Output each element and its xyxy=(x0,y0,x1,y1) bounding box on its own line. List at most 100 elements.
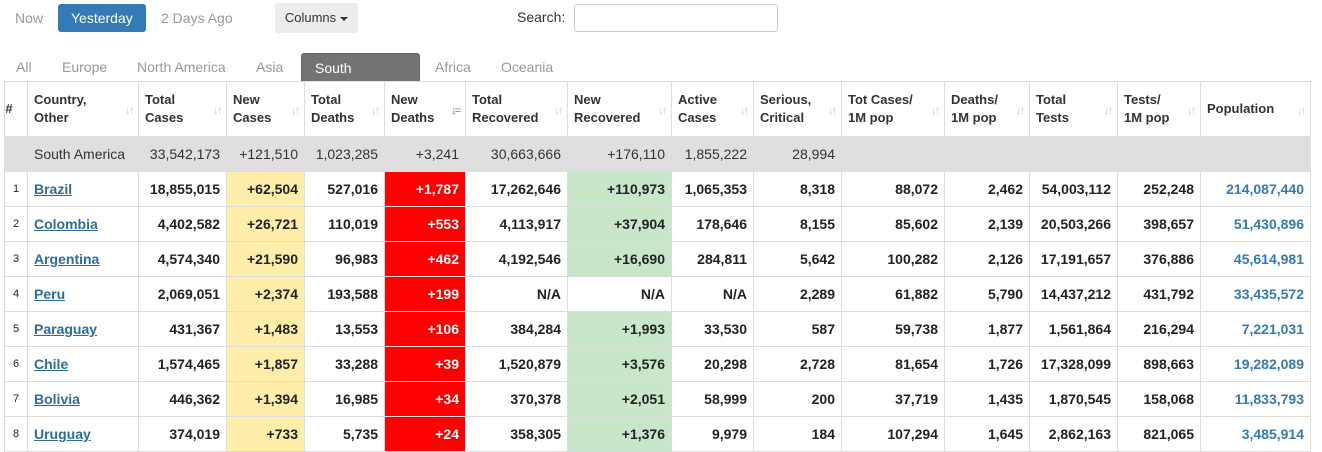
country-link[interactable]: Uruguay xyxy=(34,426,91,442)
tab-now[interactable]: Now xyxy=(2,4,56,32)
deaths-per-m-cell: 1,726 xyxy=(944,346,1030,382)
region-tab-oceania[interactable]: Oceania xyxy=(488,53,566,82)
table-header: # Country, Other ↓↑ Total Cases ↓↑ New Cases ↓… xyxy=(4,81,1311,137)
column-header-label: Tests/ 1M pop xyxy=(1124,92,1170,125)
serious-cell: 200 xyxy=(753,381,842,417)
country-link[interactable]: Brazil xyxy=(34,181,72,197)
search-input[interactable] xyxy=(574,4,778,32)
column-header[interactable]: # xyxy=(4,81,28,137)
empty-cell xyxy=(1200,136,1311,172)
country-link[interactable]: Argentina xyxy=(34,251,99,267)
table-row: 6 Chile 1,574,465 +1,857 33,288 +39 1,520,879 +… xyxy=(4,346,1311,382)
table-row: 3 Argentina 4,574,340 +21,590 96,983 +462 4,19… xyxy=(4,241,1311,277)
sort-icon[interactable]: ↓↑ xyxy=(125,102,134,120)
country-cell: Argentina xyxy=(27,241,139,277)
country-cell: Paraguay xyxy=(27,311,139,347)
total-tests-cell: 17,328,099 xyxy=(1029,346,1118,382)
cases-per-m-cell: 88,072 xyxy=(841,171,945,207)
deaths-per-m-cell: 1,877 xyxy=(944,311,1030,347)
sort-icon[interactable]: ↓↑ xyxy=(1104,102,1113,120)
serious-cell: 2,289 xyxy=(753,276,842,312)
new-cases-cell: +1,483 xyxy=(226,311,305,347)
new-deaths-cell: +462 xyxy=(384,241,466,277)
sort-icon[interactable]: ↓↑ xyxy=(213,102,222,120)
total-recovered-cell: 384,284 xyxy=(465,311,568,347)
serious-cell: 2,728 xyxy=(753,346,842,382)
new-recovered-cell: +3,576 xyxy=(567,346,672,382)
total-cases-cell: 1,574,465 xyxy=(138,346,227,382)
sort-icon[interactable]: ↓↑ xyxy=(371,102,380,120)
total-active-cases: 1,855,222 xyxy=(671,136,754,172)
empty-cell xyxy=(1117,136,1201,172)
sort-icon[interactable]: ↓↑ xyxy=(740,102,749,120)
column-header[interactable]: New Cases ↓↑ xyxy=(226,81,305,137)
column-header[interactable]: Total Deaths ↓↑ xyxy=(304,81,385,137)
sort-icon[interactable]: ↓↑ xyxy=(658,102,667,120)
column-header[interactable]: New Deaths ↓= xyxy=(384,81,466,137)
column-header[interactable]: Population ↓↑ xyxy=(1200,81,1311,137)
region-tab-africa[interactable]: Africa xyxy=(422,53,484,82)
column-header[interactable]: Active Cases ↓↑ xyxy=(671,81,754,137)
region-tab-north-america[interactable]: North America xyxy=(124,53,239,82)
table-row: 2 Colombia 4,402,582 +26,721 110,019 +553 4,11… xyxy=(4,206,1311,242)
sort-icon[interactable]: ↓= xyxy=(451,102,461,120)
new-cases-cell: +21,590 xyxy=(226,241,305,277)
top-toolbar: Now Yesterday 2 Days Ago Columns Search: xyxy=(0,0,1322,40)
sort-icon[interactable]: ↓↑ xyxy=(554,102,563,120)
row-number: 2 xyxy=(4,206,28,242)
sort-icon[interactable]: ↓↑ xyxy=(828,102,837,120)
serious-cell: 5,642 xyxy=(753,241,842,277)
column-header[interactable]: New Recovered ↓↑ xyxy=(567,81,672,137)
column-header[interactable]: Country, Other ↓↑ xyxy=(27,81,139,137)
column-header-label: Active Cases xyxy=(678,92,718,125)
row-number: 6 xyxy=(4,346,28,382)
country-link[interactable]: Bolivia xyxy=(34,391,80,407)
total-tests-cell: 2,862,163 xyxy=(1029,416,1118,452)
total-tests-cell: 20,503,266 xyxy=(1029,206,1118,242)
search-label: Search: xyxy=(517,9,566,25)
column-header[interactable]: Tot Cases/ 1M pop ↓↑ xyxy=(841,81,945,137)
table-row: 8 Uruguay 374,019 +733 5,735 +24 358,305 +1,376… xyxy=(4,416,1311,452)
country-cell: Bolivia xyxy=(27,381,139,417)
sort-icon[interactable]: ↓↑ xyxy=(931,102,940,120)
region-tab-europe[interactable]: Europe xyxy=(49,53,120,82)
total-total-recovered: 30,663,666 xyxy=(465,136,568,172)
tests-per-m-cell: 216,294 xyxy=(1117,311,1201,347)
new-deaths-cell: +199 xyxy=(384,276,466,312)
column-header[interactable]: Serious, Critical ↓↑ xyxy=(753,81,842,137)
country-link[interactable]: Peru xyxy=(34,286,65,302)
columns-button[interactable]: Columns xyxy=(275,3,358,33)
column-header[interactable]: Total Tests ↓↑ xyxy=(1029,81,1118,137)
new-recovered-cell: +1,376 xyxy=(567,416,672,452)
table-body: South America 33,542,173 +121,510 1,023,285… xyxy=(4,136,1311,452)
column-header[interactable]: Total Cases ↓↑ xyxy=(138,81,227,137)
column-header[interactable]: Total Recovered ↓↑ xyxy=(465,81,568,137)
sort-icon[interactable]: ↓↑ xyxy=(1187,102,1196,120)
total-recovered-cell: N/A xyxy=(465,276,568,312)
tests-per-m-cell: 252,248 xyxy=(1117,171,1201,207)
region-tab-south-america[interactable]: South America xyxy=(301,53,420,105)
country-link[interactable]: Chile xyxy=(34,356,68,372)
sort-icon[interactable]: ↓↑ xyxy=(1016,102,1025,120)
country-link[interactable]: Colombia xyxy=(34,216,98,232)
total-deaths-cell: 96,983 xyxy=(304,241,385,277)
population-cell: 214,087,440 xyxy=(1200,171,1311,207)
new-recovered-cell: +37,904 xyxy=(567,206,672,242)
table-row: 5 Paraguay 431,367 +1,483 13,553 +106 384,284 +… xyxy=(4,311,1311,347)
column-header[interactable]: Deaths/ 1M pop ↓↑ xyxy=(944,81,1030,137)
country-link[interactable]: Paraguay xyxy=(34,321,97,337)
total-tests-cell: 1,561,864 xyxy=(1029,311,1118,347)
cases-per-m-cell: 100,282 xyxy=(841,241,945,277)
region-tab-asia[interactable]: Asia xyxy=(243,53,296,82)
total-recovered-cell: 4,192,546 xyxy=(465,241,568,277)
tab-yesterday[interactable]: Yesterday xyxy=(58,4,146,32)
row-number: 3 xyxy=(4,241,28,277)
region-tab-all[interactable]: All xyxy=(3,53,45,82)
column-header-label: New Recovered xyxy=(574,92,641,125)
sort-icon[interactable]: ↓↑ xyxy=(1297,102,1306,120)
column-header[interactable]: Tests/ 1M pop ↓↑ xyxy=(1117,81,1201,137)
sort-icon[interactable]: ↓↑ xyxy=(291,102,300,120)
table-row: 7 Bolivia 446,362 +1,394 16,985 +34 370,378 +2,… xyxy=(4,381,1311,417)
total-deaths-cell: 13,553 xyxy=(304,311,385,347)
tab-2-days-ago[interactable]: 2 Days Ago xyxy=(148,4,246,32)
